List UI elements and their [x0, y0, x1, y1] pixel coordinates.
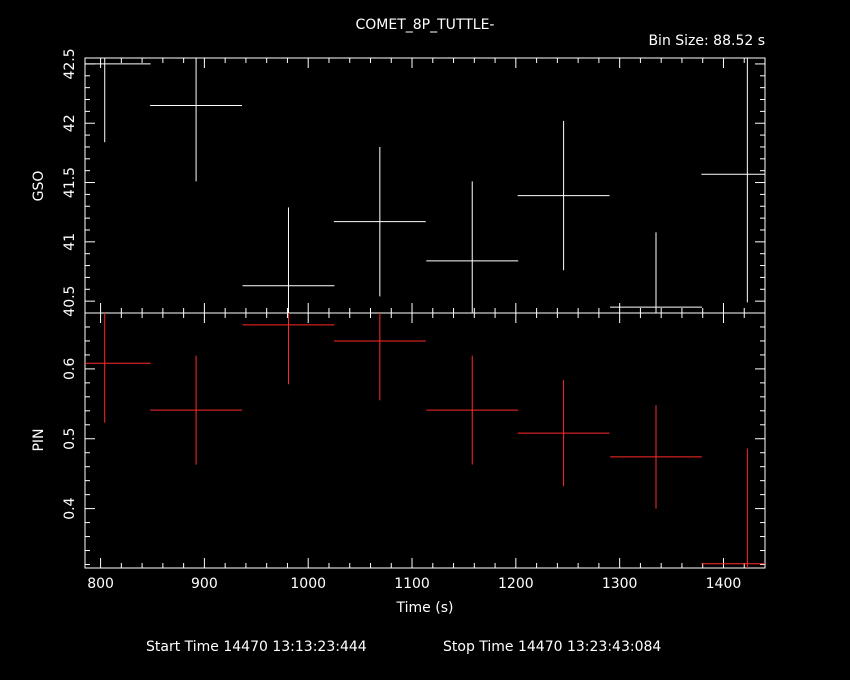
- gso-data-point: [333, 146, 426, 297]
- gso-ytick-label: 41.5: [62, 167, 78, 198]
- x-tick-label: 800: [87, 576, 114, 592]
- x-tick-label: 1100: [394, 576, 430, 592]
- gso-ytick-label: 41: [62, 233, 78, 251]
- pin-data-point: [85, 313, 151, 423]
- pin-axis-label: PIN: [31, 428, 47, 451]
- gso-data-point: [426, 181, 519, 313]
- x-tick-label: 1400: [706, 576, 742, 592]
- x-tick-label: 1300: [602, 576, 638, 592]
- pin-plot-frame: [84, 312, 766, 569]
- gso-data-point: [242, 207, 335, 313]
- x-tick-label: 1200: [498, 576, 534, 592]
- gso-axis-label: GSO: [31, 171, 47, 202]
- pin-data-point: [517, 380, 610, 487]
- start-time: Start Time 14470 13:13:23:444: [146, 639, 367, 655]
- pin-data-point: [333, 313, 426, 401]
- gso-ytick-label: 42.5: [62, 48, 78, 79]
- gso-ticks: 40.5 41 41.5 42 42.5: [62, 48, 766, 317]
- chart-title: COMET_8P_TUTTLE-: [356, 17, 495, 33]
- gso-data-point: [517, 120, 610, 271]
- pin-series: [85, 313, 765, 568]
- gso-series: [85, 58, 765, 313]
- pin-data-point: [150, 355, 243, 465]
- gso-panel: GSO 40.5 41 41.5 42 42.5: [31, 48, 766, 317]
- x-tick-label: 900: [191, 576, 218, 592]
- x-tick-label: 1000: [290, 576, 326, 592]
- lightcurve-figure: COMET_8P_TUTTLE- Bin Size: 88.52 s GSO 4…: [31, 17, 766, 655]
- pin-data-point: [426, 355, 519, 465]
- pin-ytick-label: 0.5: [62, 428, 78, 450]
- pin-panel: PIN 0.4 0.5 0.6: [31, 312, 766, 569]
- x-axis-label: Time (s): [396, 600, 454, 616]
- pin-ytick-label: 0.4: [62, 497, 78, 519]
- gso-data-point: [150, 58, 243, 182]
- pin-data-point: [242, 313, 335, 385]
- pin-data-point: [610, 405, 702, 509]
- pin-ytick-label: 0.6: [62, 358, 78, 380]
- stop-time: Stop Time 14470 13:23:43:084: [443, 639, 661, 655]
- gso-data-point: [701, 58, 765, 303]
- bin-size-label: Bin Size: 88.52 s: [648, 33, 765, 49]
- time-axis-ticks: 800 900 1000 1100 1200 1300 1400: [87, 576, 741, 592]
- gso-data-point: [610, 232, 702, 313]
- gso-ytick-label: 42: [62, 114, 78, 132]
- gso-ytick-label: 40.5: [62, 286, 78, 317]
- pin-ticks: 0.4 0.5 0.6: [62, 312, 766, 568]
- gso-plot-frame: [84, 57, 766, 314]
- gso-data-point: [85, 58, 151, 143]
